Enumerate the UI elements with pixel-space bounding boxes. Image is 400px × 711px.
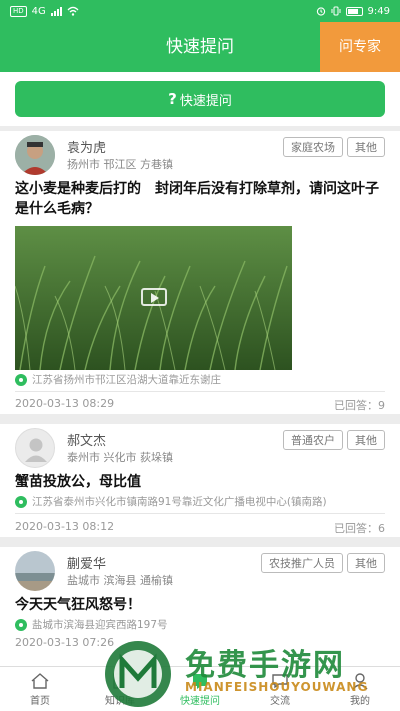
question-title[interactable]: 蟹苗投放公，母比值 (15, 472, 385, 492)
user-location: 扬州市 邗江区 方巷镇 (67, 158, 173, 171)
divider (15, 391, 385, 392)
tab-quick-ask[interactable]: 快速提问 (160, 667, 240, 711)
category-tag: 其他 (347, 430, 385, 450)
address-text: 江苏省泰州市兴化市镇南路91号靠近文化广播电视中心(镇南路) (32, 496, 327, 508)
user-icon (352, 673, 368, 690)
user-role-tag: 普通农户 (283, 430, 343, 450)
tab-home[interactable]: 首页 (0, 667, 80, 711)
tab-label: 我的 (350, 696, 370, 707)
location-pin-icon (15, 495, 27, 508)
category-tag: 其他 (347, 553, 385, 573)
question-meta: 2020-03-13 07:26 (15, 636, 385, 649)
question-title[interactable]: 今天天气狂风怒号！ (15, 595, 385, 615)
address-text: 江苏省扬州市邗江区沿湖大道靠近东谢庄 (32, 374, 221, 386)
signal-icon (50, 6, 62, 16)
sim-badge: HD (10, 5, 27, 17)
tab-label: 知识库 (105, 696, 135, 707)
answer-count: 已回答：6 (334, 522, 385, 535)
play-icon[interactable] (141, 288, 167, 306)
question-title[interactable]: 这小麦是种麦后打的 封闭年后没有打除草剂，请问这叶子是什么毛病？ (15, 179, 385, 219)
tab-label: 快速提问 (180, 696, 220, 707)
avatar[interactable] (15, 551, 55, 591)
status-bar: HD 4G 9:49 (0, 0, 400, 22)
tab-label: 首页 (30, 696, 50, 707)
answer-count: 已回答：9 (334, 399, 385, 412)
question-address: 江苏省扬州市邗江区沿湖大道靠近东谢庄 (15, 372, 385, 387)
question-address: 盐城市滨海县迎宾西路197号 (15, 617, 385, 632)
user-role-tag: 家庭农场 (283, 137, 343, 157)
chat-icon (272, 674, 288, 689)
tab-mine[interactable]: 我的 (320, 667, 400, 711)
battery-icon (345, 6, 363, 16)
user-location: 泰州市 兴化市 荻垛镇 (67, 451, 173, 464)
category-tag: 其他 (347, 137, 385, 157)
question-icon (193, 674, 207, 689)
quick-ask-button[interactable]: ? 快速提问 (15, 81, 385, 117)
user-location: 盐城市 滨海县 通榆镇 (67, 574, 173, 587)
question-meta: 2020-03-13 08:12 已回答：6 (15, 520, 385, 536)
header-bar: 快速提问 问专家 (0, 22, 400, 72)
question-date: 2020-03-13 08:29 (15, 397, 115, 410)
user-name: 袁为虎 (67, 141, 107, 156)
tab-label: 交流 (270, 696, 290, 707)
quick-ask-label: 快速提问 (179, 93, 232, 109)
address-text: 盐城市滨海县迎宾西路197号 (32, 619, 168, 631)
status-time: 9:49 (367, 5, 390, 17)
book-icon (113, 673, 127, 689)
question-date: 2020-03-13 08:12 (15, 520, 115, 533)
avatar[interactable] (15, 135, 55, 175)
question-meta: 2020-03-13 08:29 已回答：9 (15, 397, 385, 413)
divider (15, 513, 385, 514)
question-address: 江苏省泰州市兴化市镇南路91号靠近文化广播电视中心(镇南路) (15, 494, 385, 509)
tab-knowledge[interactable]: 知识库 (80, 667, 160, 711)
network-type: 4G (31, 5, 46, 17)
alarm-icon (316, 7, 325, 16)
avatar[interactable] (15, 428, 55, 468)
quick-ask-section: ? 快速提问 (0, 72, 400, 126)
question-mark-icon: ? (168, 90, 177, 108)
question-card[interactable]: 蒯爱华 盐城市 滨海县 通榆镇 农技推广人员 其他 今天天气狂风怒号！ 盐城市滨… (0, 547, 400, 667)
tab-communicate[interactable]: 交流 (240, 667, 320, 711)
question-video-thumbnail[interactable] (15, 226, 292, 370)
question-date: 2020-03-13 07:26 (15, 636, 115, 649)
vibrate-icon (331, 6, 341, 16)
ask-expert-button[interactable]: 问专家 (320, 22, 400, 72)
location-pin-icon (15, 373, 27, 386)
question-card[interactable]: 郝文杰 泰州市 兴化市 荻垛镇 普通农户 其他 蟹苗投放公，母比值 江苏省泰州市… (0, 424, 400, 537)
user-role-tag: 农技推广人员 (261, 553, 343, 573)
bottom-tab-bar: 首页 知识库 快速提问 交流 我的 (0, 666, 400, 711)
location-pin-icon (15, 618, 27, 631)
home-icon (31, 673, 49, 689)
user-name: 蒯爱华 (67, 557, 107, 572)
question-card[interactable]: 袁为虎 扬州市 邗江区 方巷镇 家庭农场 其他 这小麦是种麦后打的 封闭年后没有… (0, 131, 400, 414)
user-name: 郝文杰 (67, 434, 107, 449)
wifi-icon (67, 6, 79, 16)
